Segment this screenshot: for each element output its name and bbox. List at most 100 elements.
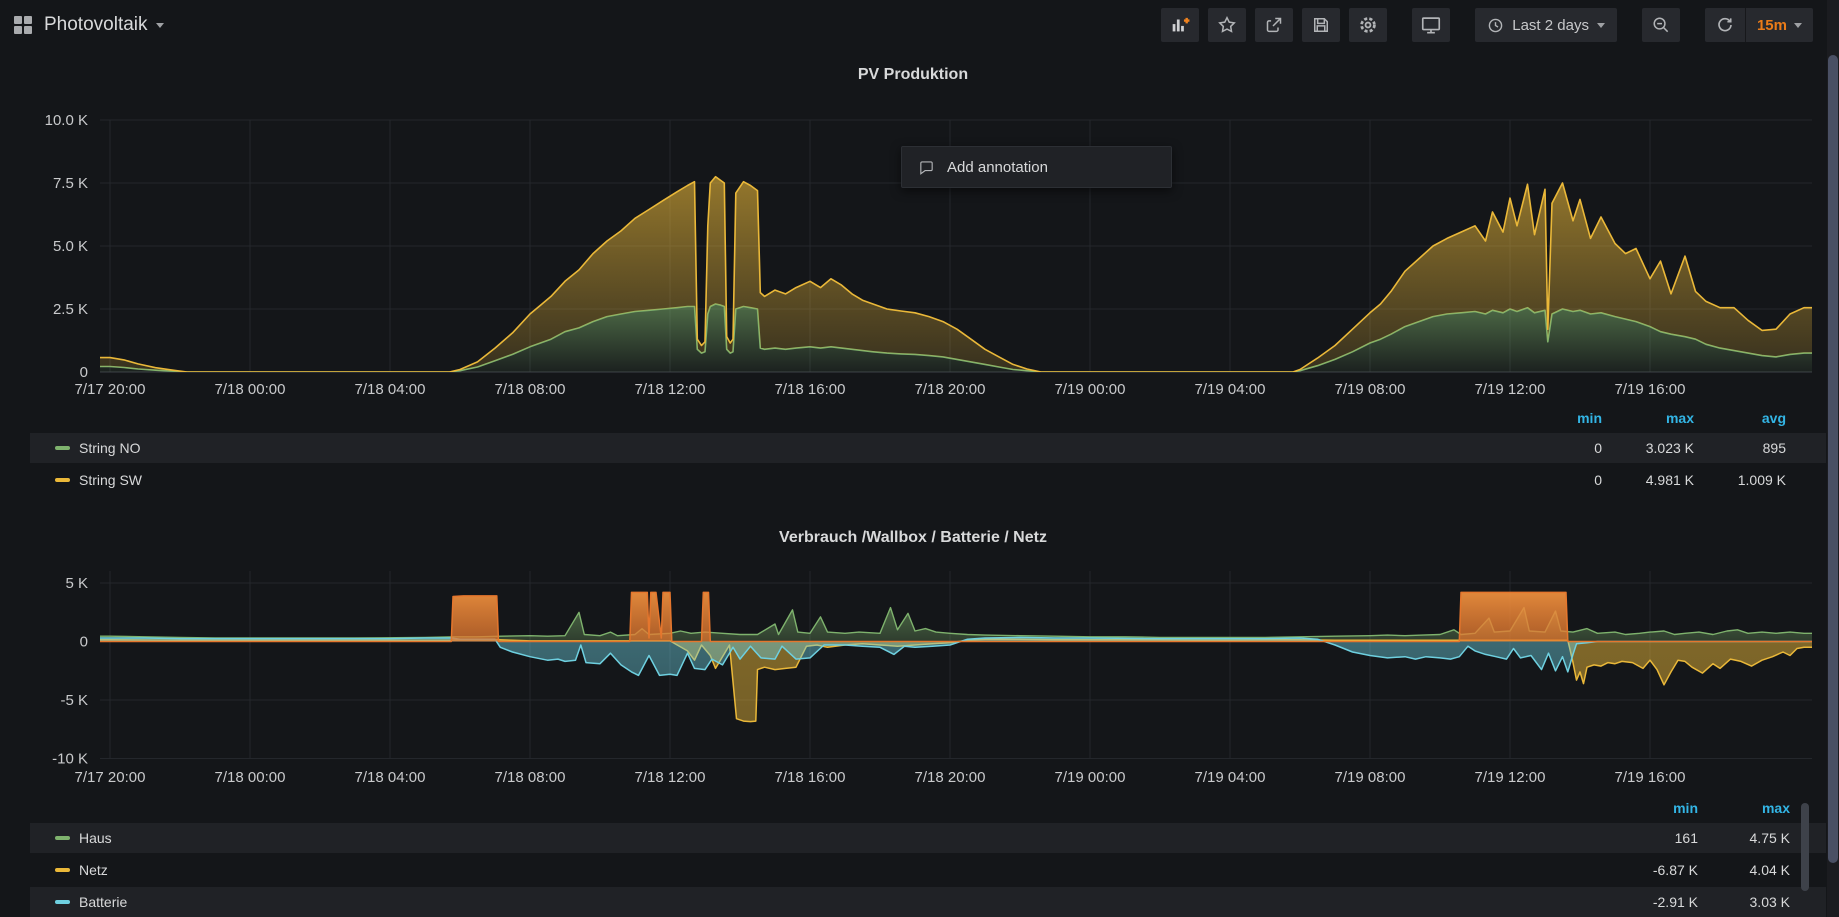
star-button[interactable]	[1208, 8, 1246, 42]
legend-row-batterie[interactable]: Batterie -2.91 K3.03 K	[30, 887, 1826, 917]
legend-column-avg[interactable]: avg	[1694, 410, 1786, 426]
add-panel-icon	[1169, 14, 1191, 36]
legend-stat-value: 3.023 K	[1602, 440, 1694, 456]
legend-row-string-sw[interactable]: String SW 04.981 K1.009 K	[30, 465, 1826, 495]
share-icon	[1264, 15, 1284, 35]
time-range-picker[interactable]: Last 2 days	[1475, 8, 1617, 42]
refresh-button[interactable]	[1705, 8, 1745, 42]
refresh-interval-dropdown[interactable]: 15m	[1745, 8, 1813, 42]
legend-row-string-no[interactable]: String NO 03.023 K895	[30, 433, 1826, 463]
svg-text:7/18 16:00: 7/18 16:00	[775, 769, 846, 786]
legend-stat-value: 161	[1606, 830, 1698, 846]
svg-text:7/18 00:00: 7/18 00:00	[215, 769, 286, 786]
svg-text:7/19 00:00: 7/19 00:00	[1055, 381, 1126, 398]
page-scrollbar-track[interactable]	[1827, 0, 1839, 917]
series-label: Haus	[79, 830, 112, 846]
legend-column-min[interactable]: min	[1510, 410, 1602, 426]
add-annotation-label: Add annotation	[947, 159, 1048, 176]
svg-text:0: 0	[80, 364, 88, 381]
svg-text:7/19 16:00: 7/19 16:00	[1615, 381, 1686, 398]
series-color-swatch[interactable]	[55, 900, 70, 904]
svg-text:7/18 12:00: 7/18 12:00	[635, 769, 706, 786]
refresh-interval-label: 15m	[1757, 17, 1787, 34]
monitor-icon	[1420, 14, 1442, 36]
settings-button[interactable]	[1349, 8, 1387, 42]
legend-column-max[interactable]: max	[1698, 800, 1790, 816]
series-label: Netz	[79, 862, 108, 878]
svg-text:-10 K: -10 K	[52, 751, 88, 768]
svg-text:7/18 20:00: 7/18 20:00	[915, 381, 986, 398]
legend-stat-value: 895	[1694, 440, 1786, 456]
series-label: String SW	[79, 472, 142, 488]
top-navbar: Photovoltaik	[0, 0, 1827, 50]
legend-stat-value: -2.91 K	[1606, 894, 1698, 910]
svg-text:7/18 20:00: 7/18 20:00	[915, 769, 986, 786]
dashboard-title-dropdown[interactable]: Photovoltaik	[44, 14, 164, 36]
pv-produktion-legend: minmaxavg String NO 03.023 K895 String SW 0…	[0, 405, 1839, 495]
svg-text:7/19 08:00: 7/19 08:00	[1335, 381, 1406, 398]
svg-text:-5 K: -5 K	[60, 692, 88, 709]
chevron-down-icon	[1794, 23, 1802, 32]
series-color-swatch[interactable]	[55, 478, 70, 482]
svg-text:0: 0	[80, 634, 88, 651]
legend-stat-value: 4.981 K	[1602, 472, 1694, 488]
save-icon	[1311, 15, 1331, 35]
refresh-group: 15m	[1705, 8, 1813, 42]
panel-verbrauch: Verbrauch /Wallbox / Batterie / Netz 7/1…	[0, 505, 1839, 795]
svg-text:7/19 12:00: 7/19 12:00	[1475, 381, 1546, 398]
verbrauch-legend: minmax Haus1614.75 KNetz-6.87 K4.04 KBat…	[0, 795, 1839, 917]
legend-scrollbar-thumb[interactable]	[1801, 803, 1809, 891]
panel-pv-produktion: PV Produktion 7/17 20:007/18 00:007/18 0…	[0, 50, 1839, 405]
legend-header: minmaxavg	[30, 405, 1826, 431]
share-button[interactable]	[1255, 8, 1293, 42]
page-scrollbar-thumb[interactable]	[1828, 55, 1838, 863]
refresh-icon	[1716, 16, 1734, 34]
clock-icon	[1487, 17, 1504, 34]
svg-text:7/18 00:00: 7/18 00:00	[215, 381, 286, 398]
legend-stat-value: 4.04 K	[1698, 862, 1790, 878]
legend-stat-value: 4.75 K	[1698, 830, 1790, 846]
svg-text:7/19 12:00: 7/19 12:00	[1475, 769, 1546, 786]
legend-stat-value: 3.03 K	[1698, 894, 1790, 910]
svg-text:7/17 20:00: 7/17 20:00	[75, 381, 146, 398]
chevron-down-icon	[156, 23, 164, 32]
svg-text:7/19 16:00: 7/19 16:00	[1615, 769, 1686, 786]
star-icon	[1217, 15, 1237, 35]
pv-produktion-chart[interactable]: 7/17 20:007/18 00:007/18 04:007/18 08:00…	[0, 50, 1839, 405]
save-button[interactable]	[1302, 8, 1340, 42]
svg-text:7/18 12:00: 7/18 12:00	[635, 381, 706, 398]
dashboards-grid-icon[interactable]	[14, 16, 32, 34]
legend-column-min[interactable]: min	[1606, 800, 1698, 816]
legend-stat-value: 0	[1510, 440, 1602, 456]
gear-icon	[1357, 14, 1379, 36]
series-color-swatch[interactable]	[55, 836, 70, 840]
add-annotation-menu-item[interactable]: Add annotation	[901, 146, 1172, 188]
dashboard-page: Photovoltaik	[0, 0, 1839, 917]
svg-text:5 K: 5 K	[65, 575, 88, 592]
svg-text:10.0 K: 10.0 K	[45, 112, 88, 129]
legend-header: minmax	[30, 795, 1826, 821]
svg-text:2.5 K: 2.5 K	[53, 301, 88, 318]
svg-text:7/19 00:00: 7/19 00:00	[1055, 769, 1126, 786]
legend-row-netz[interactable]: Netz-6.87 K4.04 K	[30, 855, 1826, 885]
zoom-out-icon	[1651, 15, 1671, 35]
zoom-out-button[interactable]	[1642, 8, 1680, 42]
svg-text:7/19 08:00: 7/19 08:00	[1335, 769, 1406, 786]
svg-text:7/19 04:00: 7/19 04:00	[1195, 381, 1266, 398]
add-panel-button[interactable]	[1161, 8, 1199, 42]
series-color-swatch[interactable]	[55, 446, 70, 450]
comment-bubble-icon	[918, 159, 935, 176]
legend-row-haus[interactable]: Haus 1614.75 K	[30, 823, 1826, 853]
svg-text:7/17 20:00: 7/17 20:00	[75, 769, 146, 786]
verbrauch-chart[interactable]: 7/17 20:007/18 00:007/18 04:007/18 08:00…	[0, 505, 1839, 795]
svg-text:5.0 K: 5.0 K	[53, 238, 88, 255]
legend-stat-value: 1.009 K	[1694, 472, 1786, 488]
kiosk-mode-button[interactable]	[1412, 8, 1450, 42]
dashboard-title: Photovoltaik	[44, 14, 148, 36]
legend-column-max[interactable]: max	[1602, 410, 1694, 426]
series-color-swatch[interactable]	[55, 868, 70, 872]
series-label: Batterie	[79, 894, 127, 910]
series-label: String NO	[79, 440, 140, 456]
legend-stat-value: 0	[1510, 472, 1602, 488]
svg-text:7/19 04:00: 7/19 04:00	[1195, 769, 1266, 786]
